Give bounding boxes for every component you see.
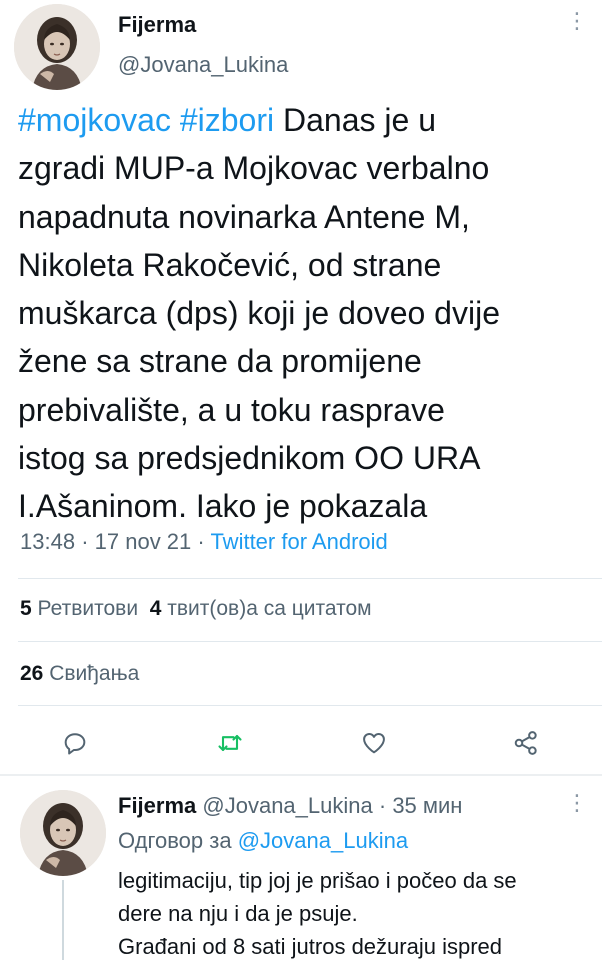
divider: [18, 641, 602, 642]
retweet-label: Ретвитови: [37, 597, 139, 620]
reply-author-name[interactable]: Fijerma: [118, 793, 196, 818]
retweets-stat[interactable]: 5 Ретвитови: [20, 597, 138, 620]
tweet-body: Danas je u zgradi MUP-a Mojkovac verbaln…: [18, 102, 500, 525]
reply-header: Fijerma @Jovana_Lukina · 35 мин: [118, 793, 462, 819]
hashtag-link[interactable]: #izbori: [180, 102, 274, 138]
tweet-meta: 13:48 · 17 nov 21 · Twitter for Android: [20, 529, 388, 555]
avatar[interactable]: [20, 790, 106, 876]
likes-stat[interactable]: 26 Свиђања: [20, 662, 139, 686]
quote-count: 4: [149, 597, 162, 620]
heart-icon: [363, 733, 385, 754]
author-handle[interactable]: @Jovana_Lukina: [118, 52, 288, 78]
share-icon: [514, 731, 537, 755]
retweet-count: 5: [20, 597, 32, 620]
share-button[interactable]: [509, 726, 543, 760]
like-count: 26: [20, 662, 44, 685]
avatar[interactable]: [14, 4, 100, 90]
reply-icon: [64, 733, 86, 755]
retweet-button[interactable]: [213, 726, 247, 760]
author-name[interactable]: Fijerma: [118, 12, 196, 38]
tweet-text: #mojkovac #izbori Danas je u zgradi MUP-…: [18, 96, 596, 531]
thread-line: [62, 880, 64, 960]
like-label: Свиђања: [49, 662, 140, 685]
retweet-icon: [218, 734, 242, 752]
reply-time[interactable]: 35 мин: [392, 793, 462, 818]
replying-to: Одговор за @Jovana_Lukina: [118, 828, 408, 854]
like-button[interactable]: [357, 726, 391, 760]
reply-button[interactable]: [58, 726, 92, 760]
replying-label: Одговор за: [118, 828, 232, 853]
tweet-source[interactable]: Twitter for Android: [210, 529, 387, 554]
separator: ·: [378, 793, 387, 818]
engagement-stats: 5 Ретвитови 4 твит(ов)а са цитатом: [20, 597, 372, 621]
divider: [18, 705, 602, 706]
divider: [18, 578, 602, 579]
section-divider: [0, 774, 602, 776]
tweet-time[interactable]: 13:48: [20, 529, 75, 554]
hashtag-link[interactable]: #mojkovac: [18, 102, 171, 138]
reply-author-handle[interactable]: @Jovana_Lukina: [202, 793, 372, 818]
separator: ·: [197, 529, 205, 554]
reply-text: legitimaciju, tip joj je prišao i počeo …: [118, 868, 517, 959]
separator: ·: [81, 529, 89, 554]
quotes-stat[interactable]: 4 твит(ов)а са цитатом: [150, 597, 372, 620]
quote-label: твит(ов)а са цитатом: [167, 597, 372, 620]
more-options-icon[interactable]: ⋮: [566, 792, 588, 814]
tweet-date[interactable]: 17 nov 21: [95, 529, 192, 554]
more-options-icon[interactable]: ⋮: [566, 10, 588, 32]
replying-handle-link[interactable]: @Jovana_Lukina: [238, 828, 408, 853]
